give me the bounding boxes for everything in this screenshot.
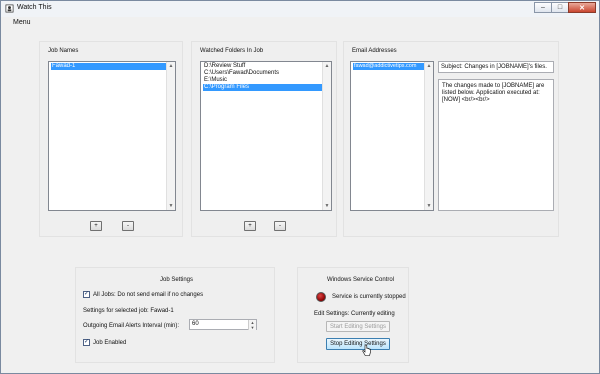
list-item[interactable]: E:\Music [203, 77, 227, 84]
job-names-list[interactable]: Fawad-1 ▲ ▼ [48, 61, 176, 211]
scrollbar[interactable]: ▲ ▼ [166, 62, 175, 210]
interval-stepper[interactable]: 60 ▲ ▼ [189, 319, 257, 330]
service-status-label: Service is currently stopped [332, 294, 406, 300]
title-bar: Watch This – □ ✕ [1, 1, 599, 18]
close-icon: ✕ [579, 4, 585, 12]
spin-buttons[interactable]: ▲ ▼ [248, 320, 256, 330]
email-body-field[interactable]: The changes made to [JOBNAME] are listed… [438, 79, 554, 211]
job-names-label: Job Names [48, 48, 79, 54]
watched-folders-label: Watched Folders In Job [200, 48, 264, 54]
scrollbar[interactable]: ▲ ▼ [322, 62, 331, 210]
all-jobs-checkbox[interactable]: ✓ [83, 291, 90, 298]
maximize-button[interactable]: □ [551, 2, 569, 13]
stop-editing-button[interactable]: Stop Editing Settings [326, 338, 390, 350]
scroll-up-icon[interactable]: ▲ [324, 63, 330, 69]
mouse-cursor-icon [362, 345, 371, 356]
job-enabled-checkbox[interactable]: ✓ [83, 339, 90, 346]
scroll-down-icon[interactable]: ▼ [324, 203, 330, 209]
job-enabled-label: Job Enabled [93, 340, 127, 346]
service-control-panel: Windows Service Control Service is curre… [297, 267, 409, 363]
scroll-down-icon[interactable]: ▼ [168, 203, 174, 209]
window-title: Watch This [17, 4, 52, 11]
job-settings-panel: Job Settings ✓ All Jobs: Do not send ema… [75, 267, 275, 363]
add-folder-button[interactable]: + [244, 221, 256, 231]
menu-bar: Menu [1, 17, 599, 29]
list-item[interactable]: Fawad-1 [51, 63, 167, 70]
job-settings-title: Job Settings [160, 277, 194, 283]
maximize-icon: □ [557, 4, 563, 11]
email-subject-field[interactable]: Subject: Changes in [JOBNAME]'s files. [438, 61, 554, 73]
add-job-button[interactable]: + [90, 221, 102, 231]
selected-job-label: Settings for selected job: Fawad-1 [83, 308, 174, 314]
window-controls: – □ ✕ [534, 2, 596, 13]
email-panel: Email Addresses fawad@addictivetips.com … [343, 41, 559, 237]
scroll-down-icon[interactable]: ▼ [426, 203, 432, 209]
minimize-button[interactable]: – [534, 2, 552, 13]
edit-status-label: Edit Settings: Currently editing [314, 311, 395, 317]
minimize-icon: – [541, 4, 545, 11]
menu-item[interactable]: Menu [13, 19, 31, 26]
close-button[interactable]: ✕ [568, 2, 596, 13]
start-editing-button[interactable]: Start Editing Settings [326, 321, 390, 332]
list-item[interactable]: C:\Program Files [203, 84, 323, 91]
interval-label: Outgoing Email Alerts Interval (min): [83, 323, 180, 329]
scrollbar[interactable]: ▲ ▼ [424, 62, 433, 210]
watched-folders-panel: Watched Folders In Job D:\Review Stuff C… [191, 41, 337, 237]
list-item[interactable]: fawad@addictivetips.com [353, 63, 424, 70]
list-item[interactable]: D:\Review Stuff [203, 63, 245, 70]
list-item[interactable]: C:\Users\Fawad\Documents [203, 70, 279, 77]
app-icon [5, 4, 14, 13]
status-indicator-icon [316, 292, 326, 302]
watched-folders-list[interactable]: D:\Review Stuff C:\Users\Fawad\Documents… [200, 61, 332, 211]
scroll-up-icon[interactable]: ▲ [168, 63, 174, 69]
email-addresses-label: Email Addresses [352, 48, 397, 54]
chevron-down-icon[interactable]: ▼ [249, 325, 256, 330]
all-jobs-label: All Jobs: Do not send email if no change… [93, 292, 204, 298]
remove-folder-button[interactable]: - [274, 221, 286, 231]
job-names-panel: Job Names Fawad-1 ▲ ▼ + - [39, 41, 183, 237]
email-addresses-list[interactable]: fawad@addictivetips.com ▲ ▼ [350, 61, 434, 211]
app-window: Watch This – □ ✕ Menu Job Names Fawad-1 … [0, 0, 600, 374]
interval-value: 60 [192, 321, 199, 327]
service-control-title: Windows Service Control [327, 277, 395, 283]
remove-job-button[interactable]: - [122, 221, 134, 231]
scroll-up-icon[interactable]: ▲ [426, 63, 432, 69]
